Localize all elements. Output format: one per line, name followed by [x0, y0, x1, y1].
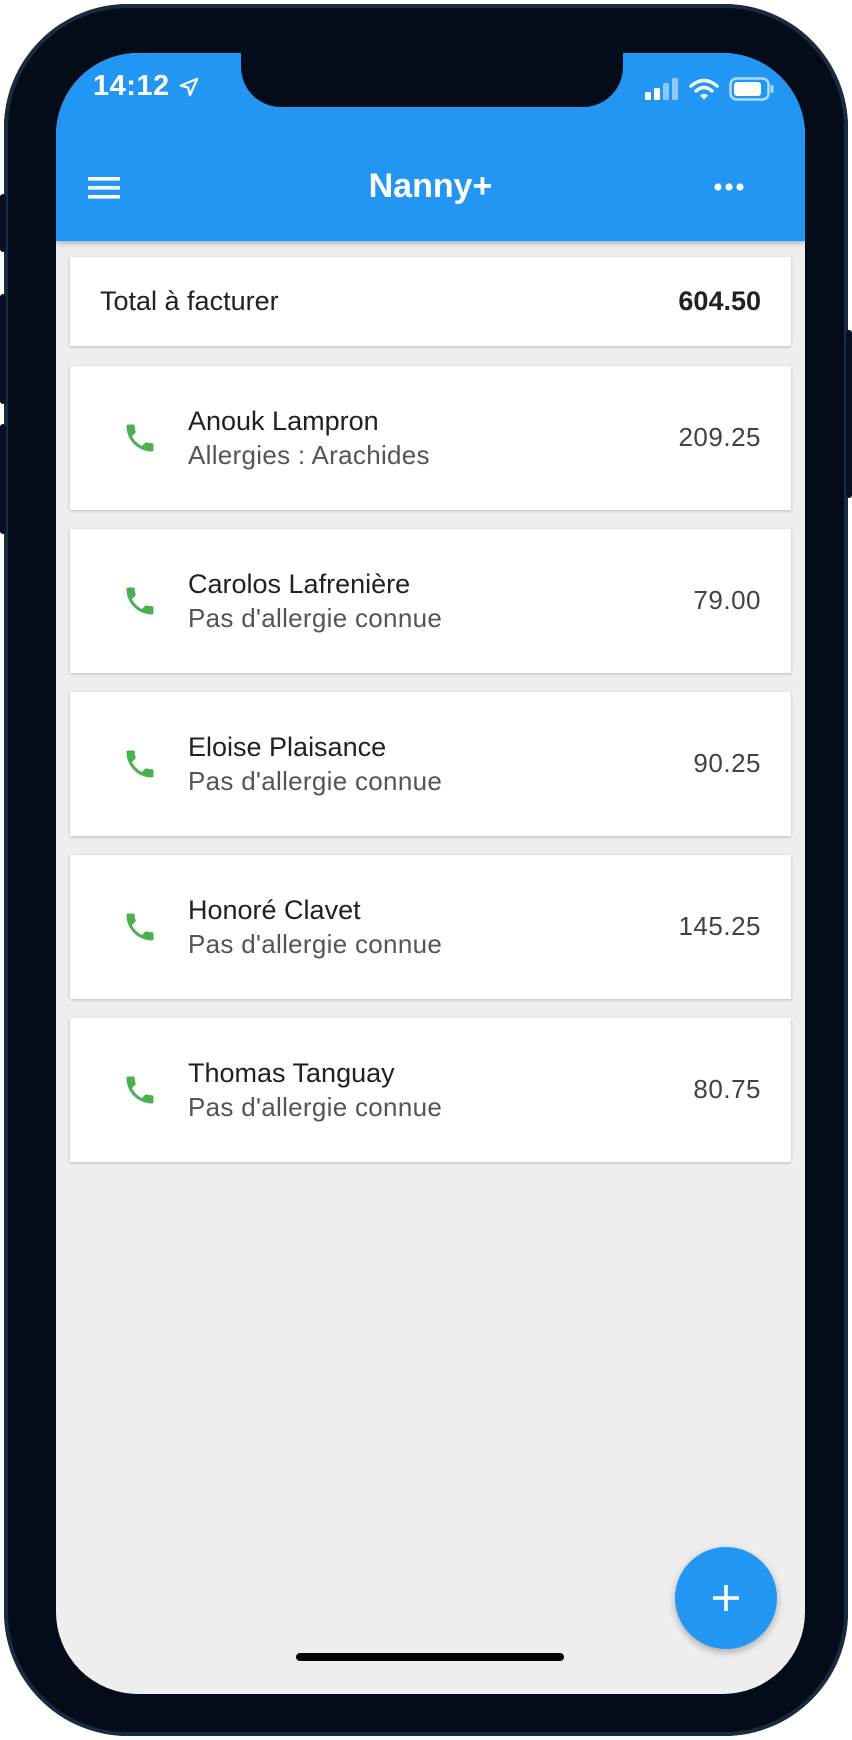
- child-amount: 209.25: [678, 422, 761, 452]
- phone-icon: [126, 1076, 154, 1104]
- child-card[interactable]: Eloise Plaisance Pas d'allergie connue 9…: [70, 692, 791, 836]
- battery-icon: [729, 77, 774, 101]
- total-label: Total à facturer: [100, 286, 279, 316]
- signal-icon: [645, 78, 678, 100]
- child-card[interactable]: Carolos Lafrenière Pas d'allergie connue…: [70, 529, 791, 673]
- child-amount: 90.25: [693, 748, 761, 778]
- power-button: [846, 330, 852, 498]
- home-indicator[interactable]: [296, 1653, 564, 1661]
- child-amount: 145.25: [678, 911, 761, 941]
- notch: [241, 53, 623, 107]
- child-name: Honoré Clavet: [188, 895, 361, 925]
- app-title: Nanny+: [368, 167, 493, 205]
- more-horizontal-icon: [714, 183, 744, 191]
- phone-icon: [126, 750, 154, 778]
- more-options-button[interactable]: [711, 177, 751, 201]
- child-allergy-note: Pas d'allergie connue: [188, 603, 443, 633]
- volume-up-button: [0, 294, 6, 404]
- child-name: Thomas Tanguay: [188, 1058, 395, 1088]
- child-allergy-note: Pas d'allergie connue: [188, 766, 443, 796]
- phone-icon: [126, 587, 154, 615]
- status-time: 14:12: [93, 70, 200, 103]
- volume-down-button: [0, 424, 6, 534]
- call-button[interactable]: [122, 746, 158, 782]
- child-amount: 80.75: [693, 1074, 761, 1104]
- status-time-text: 14:12: [93, 70, 170, 102]
- total-card: Total à facturer 604.50: [70, 257, 791, 346]
- status-icons: [645, 77, 775, 101]
- child-card[interactable]: Honoré Clavet Pas d'allergie connue 145.…: [70, 855, 791, 999]
- child-card[interactable]: Thomas Tanguay Pas d'allergie connue 80.…: [70, 1018, 791, 1162]
- total-value: 604.50: [678, 286, 761, 316]
- location-arrow-icon: [179, 77, 199, 96]
- phone-icon: [126, 913, 154, 941]
- child-name: Carolos Lafrenière: [188, 569, 411, 599]
- wifi-icon: [689, 78, 719, 100]
- child-card[interactable]: Anouk Lampron Allergies : Arachides 209.…: [70, 366, 791, 510]
- call-button[interactable]: [122, 909, 158, 945]
- child-name: Eloise Plaisance: [188, 732, 387, 762]
- phone-icon: [126, 424, 154, 452]
- call-button[interactable]: [122, 420, 158, 456]
- phone-frame: 14:12 Nanny+ Total à facturer 604.50 Ano…: [0, 4, 852, 1736]
- child-name: Anouk Lampron: [188, 406, 379, 436]
- child-amount: 79.00: [693, 585, 761, 615]
- call-button[interactable]: [122, 583, 158, 619]
- child-allergy-note: Pas d'allergie connue: [188, 929, 443, 959]
- call-button[interactable]: [122, 1072, 158, 1108]
- plus-icon: [713, 1585, 739, 1611]
- mute-switch: [0, 194, 6, 252]
- child-allergy-note: Pas d'allergie connue: [188, 1092, 443, 1122]
- app-bar: 14:12 Nanny+: [56, 53, 805, 241]
- add-child-button[interactable]: [675, 1547, 777, 1649]
- child-allergy-note: Allergies : Arachides: [188, 440, 430, 470]
- phone-screen: 14:12 Nanny+ Total à facturer 604.50 Ano…: [56, 53, 805, 1694]
